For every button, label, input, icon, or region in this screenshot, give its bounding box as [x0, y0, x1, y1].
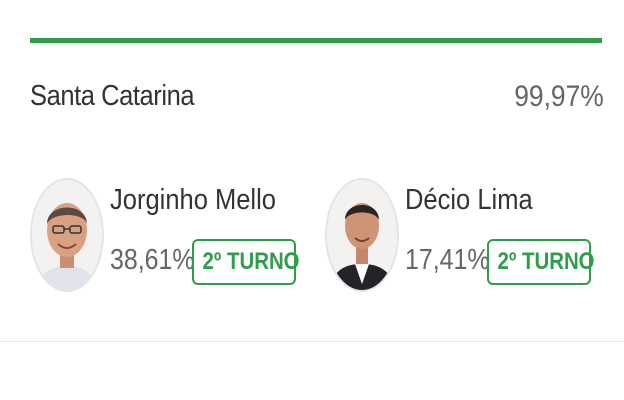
bottom-divider: [0, 341, 624, 342]
accent-divider: [30, 38, 602, 43]
candidate-name: Décio Lima: [405, 184, 533, 216]
candidate-name: Jorginho Mello: [110, 184, 276, 216]
votes-counted-percent: 99,97%: [514, 80, 604, 113]
candidate-vote-percent: 17,41%: [405, 244, 490, 276]
badge-label: 2º TURNO: [497, 248, 595, 275]
candidate-vote-percent: 38,61%: [110, 244, 195, 276]
second-round-badge: 2º TURNO: [487, 239, 595, 285]
badge-label: 2º TURNO: [202, 248, 300, 275]
second-round-badge: 2º TURNO: [192, 239, 300, 285]
state-name: Santa Catarina: [30, 80, 195, 112]
election-result-card: Santa Catarina 99,97% Jorginho Mello 38,…: [0, 0, 624, 400]
candidate-photo: [30, 178, 104, 292]
candidate-photo: [325, 178, 399, 292]
